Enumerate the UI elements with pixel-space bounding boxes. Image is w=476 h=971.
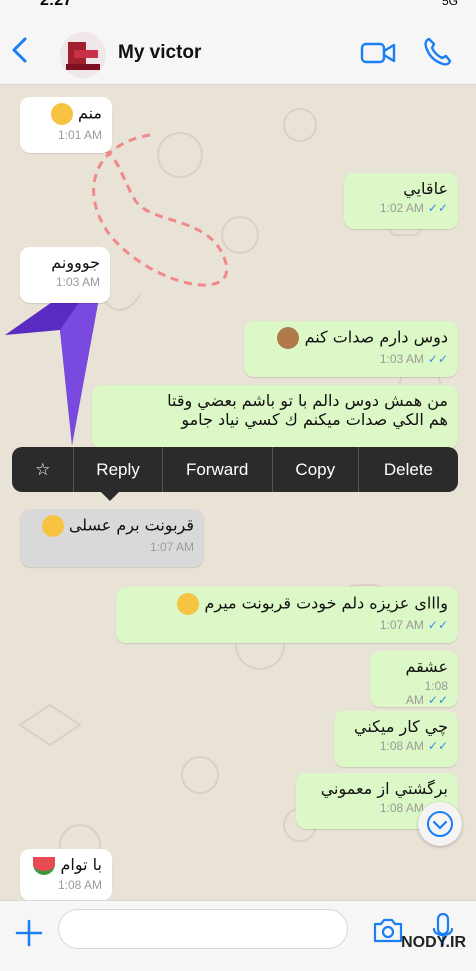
menu-copy-label: Copy <box>295 459 336 479</box>
smiling-face-emoji-icon <box>50 103 73 125</box>
message-text: وااای عزيزه دلم خودت قربونت ميرم <box>204 593 448 613</box>
message-time: 1:03 AM <box>55 275 100 289</box>
menu-star-button[interactable]: ☆ <box>12 447 75 492</box>
message-incoming[interactable]: با توام 1:08 AM <box>20 849 112 900</box>
message-outgoing[interactable]: وااای عزيزه دلم خودت قربونت ميرم 1:07 AM… <box>116 587 458 643</box>
message-time: 1:02 AM <box>379 201 424 215</box>
message-text: با توام <box>60 855 102 874</box>
watermelon-emoji-icon <box>33 856 56 875</box>
message-outgoing[interactable]: چي كار ميكني 1:08 AM ✓✓ <box>334 711 458 767</box>
message-text: جووونم <box>51 253 100 272</box>
menu-copy-button[interactable]: Copy <box>273 447 359 492</box>
chevron-down-icon <box>427 811 453 837</box>
back-chevron-icon[interactable] <box>8 36 30 64</box>
chat-header: My victor <box>0 10 476 85</box>
message-outgoing[interactable]: دوس دارم صدات کنم 1:03 AM ✓✓ <box>244 321 458 377</box>
star-icon: ☆ <box>35 459 51 479</box>
message-time: 1:08 AM <box>379 739 424 753</box>
menu-pointer <box>100 491 120 501</box>
read-ticks-icon: ✓✓ <box>427 352 448 366</box>
heart-eyes-emoji-icon <box>177 593 200 615</box>
status-time: 2:27 <box>40 0 73 9</box>
scroll-to-bottom-button[interactable] <box>418 802 462 846</box>
heart-eyes-emoji-icon <box>41 515 64 537</box>
message-selected-incoming[interactable]: قربونت برم عسلی 1:07 AM <box>20 509 204 567</box>
see-no-evil-monkey-emoji-icon <box>277 327 300 349</box>
contact-avatar[interactable] <box>60 32 106 78</box>
plus-icon[interactable] <box>12 916 46 950</box>
read-ticks-icon: ✓✓ <box>427 693 448 707</box>
message-text: عشقم <box>405 657 448 676</box>
menu-reply-button[interactable]: Reply <box>74 447 163 492</box>
phone-call-icon[interactable] <box>422 36 452 68</box>
read-ticks-icon: ✓✓ <box>427 739 448 753</box>
status-bar: 2:27 5G <box>0 0 476 10</box>
site-watermark: NODY.IR <box>401 934 466 952</box>
menu-forward-button[interactable]: Forward <box>163 447 273 492</box>
message-text: قربونت برم عسلی <box>68 515 194 535</box>
message-time: 1:07 AM <box>379 618 424 632</box>
message-outgoing-long[interactable]: من همش دوس دالم با تو باشم بعضي وقتا هم … <box>92 385 458 449</box>
message-text: دوس دارم صدات کنم <box>304 327 448 347</box>
message-text: منم <box>77 103 102 123</box>
status-network: 5G <box>441 0 458 8</box>
message-context-menu: ☆ Reply Forward Copy Delete <box>12 447 458 492</box>
message-time: 1:08 AM <box>57 877 102 892</box>
message-input[interactable] <box>58 909 348 949</box>
menu-forward-label: Forward <box>185 459 249 479</box>
message-time: 1:01 AM <box>57 128 102 142</box>
camera-icon[interactable] <box>372 915 404 945</box>
watermark-text: NODY.IR <box>401 934 466 951</box>
contact-name[interactable]: My victor <box>118 42 201 64</box>
read-ticks-icon: ✓✓ <box>427 201 448 215</box>
message-text-line-1: من همش دوس دالم با تو باشم بعضي وقتا <box>167 391 448 410</box>
menu-reply-label: Reply <box>96 459 140 479</box>
message-time: 1:03 AM <box>379 352 424 366</box>
message-text: چي كار ميكني <box>353 717 448 736</box>
message-incoming[interactable]: منم 1:01 AM <box>20 97 112 153</box>
chat-area[interactable]: منم 1:01 AM عاقايي 1:02 AM ✓✓ جووونم 1:03… <box>0 85 476 900</box>
message-text: عاقايي <box>403 179 448 198</box>
menu-delete-button[interactable]: Delete <box>359 447 458 492</box>
video-call-icon[interactable] <box>360 40 396 66</box>
message-text: برگشتي از معموني <box>320 779 448 798</box>
read-ticks-icon: ✓✓ <box>427 618 448 632</box>
menu-delete-label: Delete <box>383 459 434 479</box>
message-time: 1:07 AM <box>149 540 194 554</box>
message-outgoing[interactable]: عاقايي 1:02 AM ✓✓ <box>344 173 458 229</box>
message-text-line-2: هم الكي صدات ميكنم ك كسي نياد جامو <box>181 410 448 429</box>
message-outgoing[interactable]: عشقم 1:08 AM ✓✓ <box>370 651 458 707</box>
message-incoming[interactable]: جووونم 1:03 AM <box>20 247 110 303</box>
